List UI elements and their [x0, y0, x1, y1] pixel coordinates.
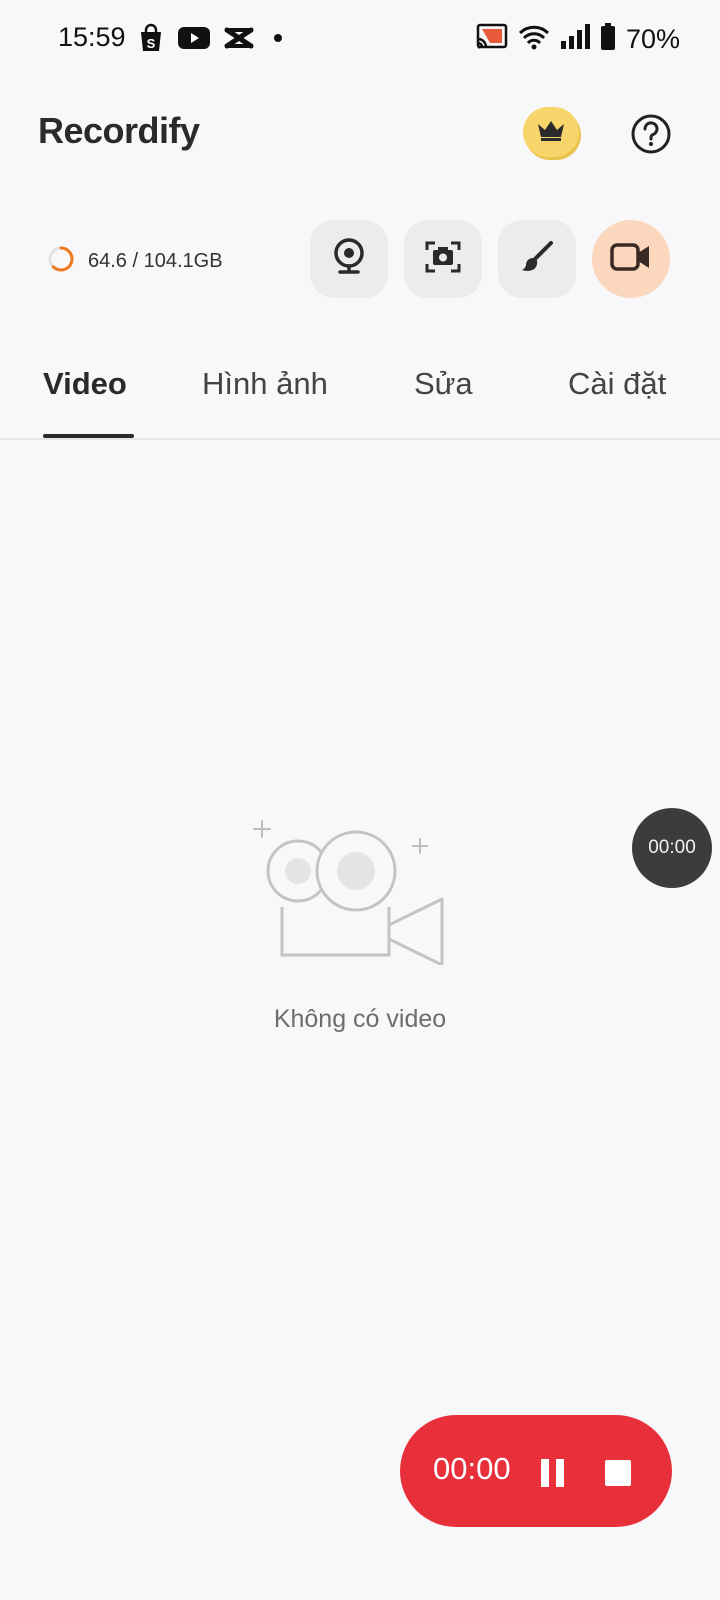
svg-text:S: S: [147, 36, 156, 51]
recording-control: 00:00: [400, 1415, 672, 1527]
status-bar: 15:59 S 70%: [0, 0, 720, 80]
tab-bar: Video Hình ảnh Sửa Cài đặt: [0, 350, 720, 440]
webcam-button[interactable]: [310, 220, 388, 298]
empty-video-camera-icon: [248, 815, 448, 967]
youtube-icon: [178, 26, 210, 55]
signal-icon: [560, 23, 590, 55]
storage-ring-icon: [46, 244, 76, 279]
floating-timer-text: 00:00: [648, 837, 696, 858]
shopee-icon: S: [138, 23, 164, 58]
battery-percent: 70%: [625, 23, 680, 54]
status-time: 15:59: [58, 22, 126, 52]
battery-icon: [600, 22, 616, 56]
tab-indicator: [43, 434, 134, 438]
brush-icon: [520, 240, 554, 279]
pause-icon: [541, 1459, 564, 1487]
tab-images[interactable]: Hình ảnh: [202, 366, 328, 402]
app-logo: Recordify: [38, 110, 200, 151]
storage-text: 64.6 / 104.1GB: [88, 250, 223, 272]
wifi-icon: [518, 24, 550, 55]
stop-button[interactable]: [605, 1460, 631, 1486]
premium-button[interactable]: [523, 107, 579, 157]
notification-icons: S: [138, 23, 288, 58]
dot-icon: [268, 26, 288, 55]
system-icons: 70%: [476, 22, 680, 56]
brush-button[interactable]: [498, 220, 576, 298]
crown-icon: [535, 118, 567, 147]
tab-edit[interactable]: Sửa: [414, 366, 473, 402]
tab-video[interactable]: Video: [43, 366, 127, 402]
recording-time: 00:00: [433, 1451, 511, 1486]
cast-icon: [476, 23, 508, 56]
floating-timer-bubble[interactable]: 00:00: [632, 808, 712, 888]
record-button[interactable]: [592, 220, 670, 298]
help-button[interactable]: [630, 113, 672, 155]
empty-state-message: Không có video: [273, 1005, 447, 1033]
pause-button[interactable]: [540, 1459, 566, 1487]
webcam-icon: [332, 237, 366, 281]
help-icon: [630, 114, 672, 159]
video-camera-icon: [610, 242, 652, 276]
tab-settings[interactable]: Cài đặt: [568, 366, 666, 402]
storage-indicator: 64.6 / 104.1GB: [46, 244, 223, 279]
capcut-icon: [224, 26, 254, 55]
screenshot-icon: [425, 240, 461, 279]
screenshot-button[interactable]: [404, 220, 482, 298]
